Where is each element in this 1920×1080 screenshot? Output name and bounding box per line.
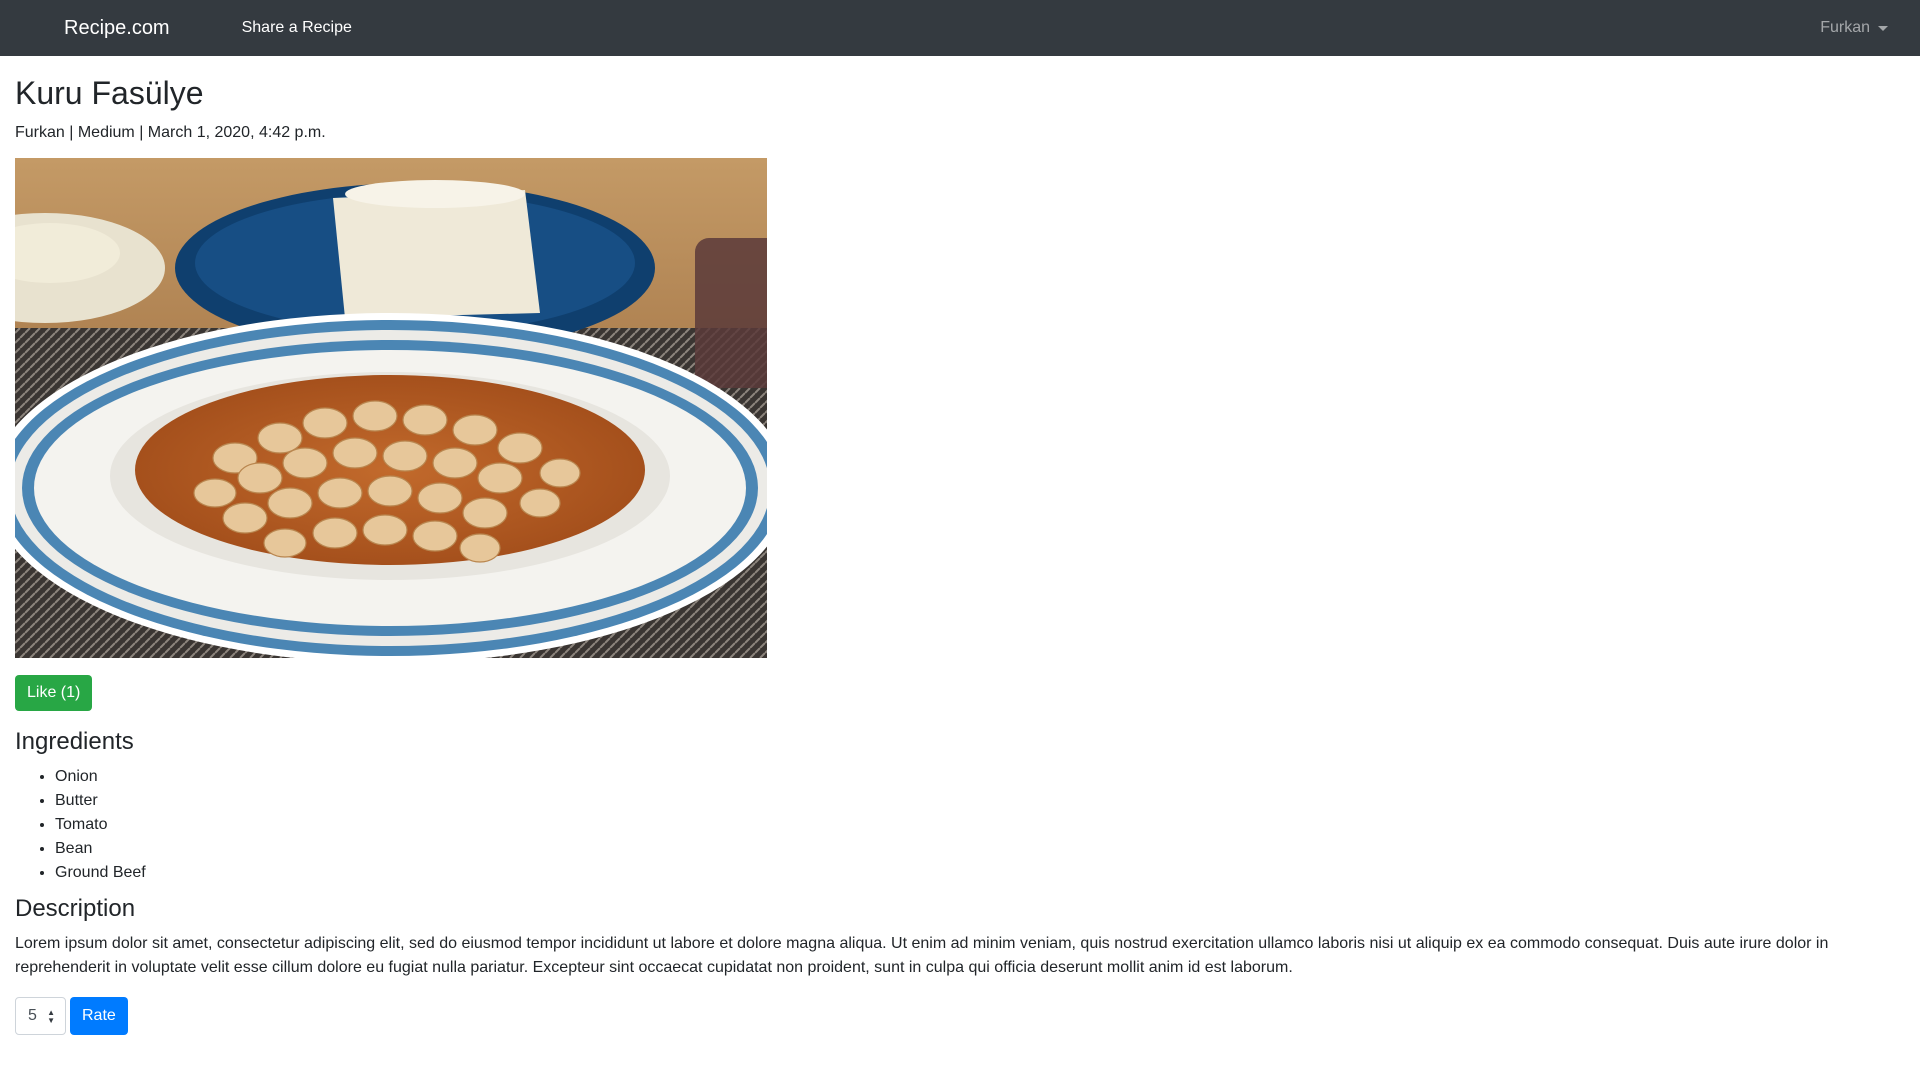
- ingredients-list: Onion Butter Tomato Bean Ground Beef: [55, 765, 1905, 885]
- share-recipe-link[interactable]: Share a Recipe: [242, 19, 352, 37]
- ingredient-item: Ground Beef: [55, 861, 1905, 885]
- top-navbar: Recipe.com Share a Recipe Furkan: [0, 0, 1920, 56]
- description-heading: Description: [15, 895, 136, 923]
- chevron-down-icon: [1878, 25, 1888, 31]
- select-arrows-icon: ▲ ▼: [47, 1007, 55, 1025]
- user-menu-dropdown[interactable]: Furkan: [1820, 19, 1888, 37]
- user-name: Furkan: [1820, 19, 1870, 36]
- brand-link[interactable]: Recipe.com: [64, 17, 170, 40]
- rating-select-value: 5: [28, 1006, 37, 1024]
- like-button[interactable]: Like (1): [15, 675, 93, 712]
- description-text: Lorem ipsum dolor sit amet, consectetur …: [15, 934, 1829, 976]
- ingredient-item: Onion: [55, 765, 1905, 789]
- recipe-title: Kuru Fasülye: [15, 75, 204, 111]
- ingredient-item: Butter: [55, 789, 1905, 813]
- rating-form: 5 ▲ ▼ Rate: [15, 996, 1905, 1035]
- ingredient-item: Bean: [55, 837, 1905, 861]
- recipe-meta: Furkan | Medium | March 1, 2020, 4:42 p.…: [15, 124, 326, 142]
- ingredients-heading: Ingredients: [15, 728, 134, 756]
- recipe-detail: Kuru Fasülye Furkan | Medium | March 1, …: [0, 56, 1920, 1035]
- rate-button[interactable]: Rate: [70, 996, 128, 1035]
- recipe-photo: [15, 158, 767, 659]
- ingredient-item: Tomato: [55, 813, 1905, 837]
- rating-select[interactable]: 5 ▲ ▼: [15, 996, 66, 1035]
